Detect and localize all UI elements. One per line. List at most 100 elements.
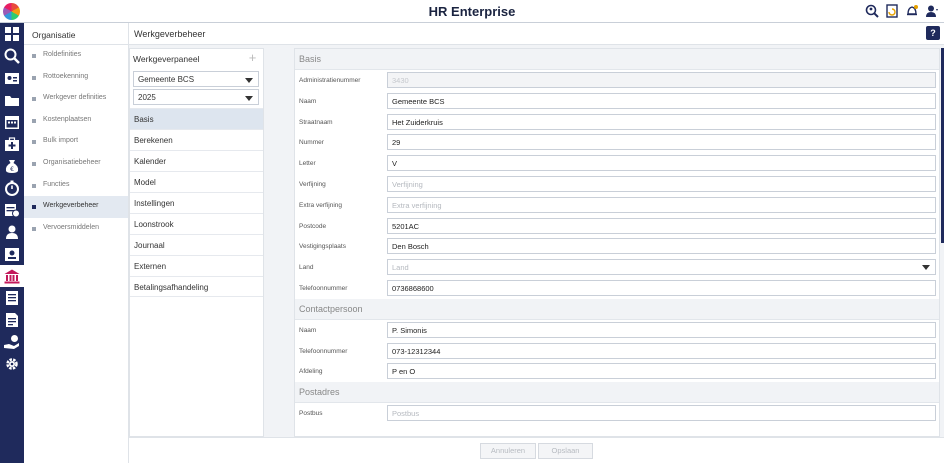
hand-money-icon[interactable] xyxy=(0,331,24,353)
form-row: Telefoonnummer 0736868600 xyxy=(295,278,939,299)
gear-icon[interactable] xyxy=(0,353,24,375)
org-menu-item[interactable]: Werkgeverbeheer xyxy=(24,196,128,218)
field-label: Verfijning xyxy=(299,180,326,188)
field-input[interactable]: V xyxy=(387,155,936,172)
field-input[interactable]: P en O xyxy=(387,363,936,380)
employer-panel-nav: Basis Berekenen Kalender Model Instellingen L… xyxy=(130,108,263,297)
field-input[interactable]: 073-12312344 xyxy=(387,342,936,359)
notification-bell-icon[interactable] xyxy=(904,3,920,19)
field-input[interactable]: Gemeente BCS xyxy=(387,92,936,109)
badge-icon[interactable] xyxy=(0,243,24,265)
stopwatch-icon[interactable] xyxy=(0,177,24,199)
caret-down-icon xyxy=(245,78,253,83)
caret-down-icon xyxy=(245,96,253,101)
field-label: Naam xyxy=(299,326,317,334)
employer-panel: Werkgeverpaneel + Gemeente BCS 2025 Basi… xyxy=(129,48,264,437)
org-menu-item[interactable]: Organisatiebeheer xyxy=(24,153,128,175)
bank-icon[interactable] xyxy=(0,265,24,287)
icon-rail: € xyxy=(0,23,24,463)
folder-icon[interactable] xyxy=(0,89,24,111)
panel-nav-item[interactable]: Journaal xyxy=(130,234,263,255)
panel-nav-item[interactable]: Instellingen xyxy=(130,192,263,213)
field-label: Administratienummer xyxy=(299,77,361,84)
form-row: Extra verfijning Extra verfijning xyxy=(295,195,939,216)
field-input[interactable]: Verfijning xyxy=(387,175,936,192)
field-input[interactable]: Postbus xyxy=(387,405,936,422)
field-input[interactable]: 0736868600 xyxy=(387,279,936,296)
form-row: Telefoonnummer 073-12312344 xyxy=(295,341,939,362)
year-select[interactable]: 2025 xyxy=(133,89,259,105)
org-menu-item[interactable]: Vervoersmiddelen xyxy=(24,218,128,240)
app-title: HR Enterprise xyxy=(428,4,516,19)
field-value: Gemeente BCS xyxy=(392,96,445,106)
report-icon[interactable] xyxy=(0,309,24,331)
field-label: Postbus xyxy=(299,410,323,418)
document-list-icon[interactable] xyxy=(0,287,24,309)
field-value: 073-12312344 xyxy=(392,346,441,356)
form-row: Naam P. Simonis xyxy=(295,320,939,341)
money-bag-icon[interactable]: € xyxy=(0,155,24,177)
cancel-button[interactable]: Annuleren xyxy=(480,443,536,459)
org-menu-item[interactable]: Roldefinities xyxy=(24,45,128,67)
calendar-icon[interactable] xyxy=(0,111,24,133)
field-value: V xyxy=(392,159,398,169)
field-value: Het Zuiderkruis xyxy=(392,117,443,127)
id-card-icon[interactable] xyxy=(0,67,24,89)
top-icons xyxy=(864,3,940,19)
panel-nav-item[interactable]: Loonstrook xyxy=(130,213,263,234)
search-people-icon[interactable] xyxy=(864,3,880,19)
help-button[interactable]: ? xyxy=(926,26,940,40)
field-value: Extra verfijning xyxy=(392,200,442,210)
field-input[interactable]: 5201AC xyxy=(387,217,936,234)
employer-select[interactable]: Gemeente BCS xyxy=(133,71,259,87)
org-menu-item[interactable]: Kostenplaatsen xyxy=(24,110,128,132)
panel-nav-item[interactable]: Kalender xyxy=(130,150,263,171)
field-label: Straatnaam xyxy=(299,118,333,126)
panel-nav-item[interactable]: Externen xyxy=(130,255,263,276)
field-value: 29 xyxy=(392,138,401,148)
save-button[interactable]: Opslaan xyxy=(538,443,593,459)
field-input[interactable]: Den Bosch xyxy=(387,238,936,255)
field-select[interactable]: Land xyxy=(387,259,936,276)
section-title-postadres: Postadres xyxy=(295,382,939,404)
user-menu-icon[interactable] xyxy=(924,3,940,19)
refresh-document-icon[interactable] xyxy=(884,3,900,19)
field-value: P. Simonis xyxy=(392,325,427,335)
panel-nav-item[interactable]: Betalingsafhandeling xyxy=(130,276,263,297)
field-value: Postbus xyxy=(392,409,420,419)
org-menu-item[interactable]: Rottoekenning xyxy=(24,67,128,89)
employer-select-value: Gemeente BCS xyxy=(138,75,195,84)
field-input[interactable]: 29 xyxy=(387,134,936,151)
section-title-contact: Contactpersoon xyxy=(295,298,939,320)
search-icon[interactable] xyxy=(0,45,24,67)
schedule-icon[interactable] xyxy=(0,199,24,221)
medical-case-icon[interactable] xyxy=(0,133,24,155)
panel-nav-item[interactable]: Basis xyxy=(130,108,263,129)
form-row: Land Land xyxy=(295,257,939,278)
field-input[interactable]: Het Zuiderkruis xyxy=(387,113,936,130)
panel-nav-item[interactable]: Model xyxy=(130,171,263,192)
dashboard-grid-icon[interactable] xyxy=(0,23,24,45)
person-icon[interactable] xyxy=(0,221,24,243)
form-row: Administratienummer 3430 xyxy=(295,70,939,91)
field-input[interactable]: Extra verfijning xyxy=(387,196,936,213)
org-menu-item[interactable]: Functies xyxy=(24,175,128,197)
org-menu-item[interactable]: Werkgever definities xyxy=(24,88,128,110)
field-input: 3430 xyxy=(387,72,936,88)
main-area: Werkgeverbeheer ? Werkgeverpaneel + Geme… xyxy=(129,23,944,463)
form-row: Verfijning Verfijning xyxy=(295,174,939,195)
top-bar: HR Enterprise xyxy=(0,0,944,23)
field-label: Telefoonnummer xyxy=(299,347,348,355)
form-row: Postbus Postbus xyxy=(295,403,939,424)
add-employer-button[interactable]: + xyxy=(246,51,259,65)
field-value: 3430 xyxy=(392,76,409,85)
field-value: Land xyxy=(392,263,409,273)
panel-nav-item[interactable]: Berekenen xyxy=(130,129,263,150)
employer-form[interactable]: Basis Administratienummer 3430 Naam Gemeente… xyxy=(294,48,940,437)
organisation-menu: Organisatie Roldefinities Rottoekenning We… xyxy=(24,23,129,463)
org-menu-item[interactable]: Bulk import xyxy=(24,131,128,153)
field-input[interactable]: P. Simonis xyxy=(387,321,936,338)
field-label: Nummer xyxy=(299,139,324,147)
field-label: Vestigingsplaats xyxy=(299,243,346,251)
svg-text:€: € xyxy=(10,166,14,173)
